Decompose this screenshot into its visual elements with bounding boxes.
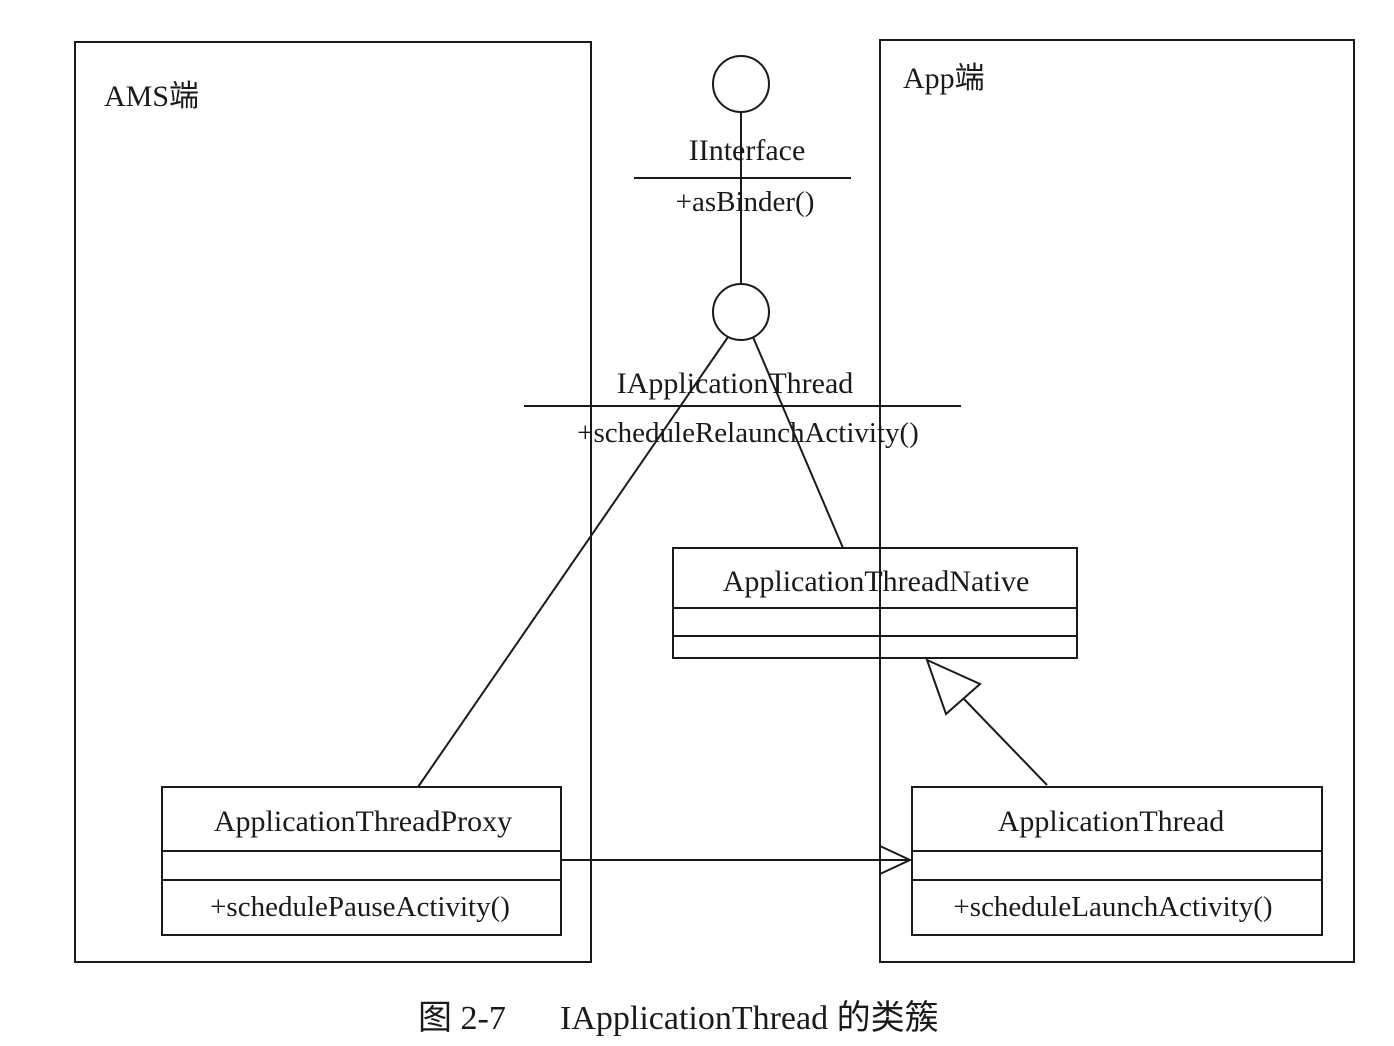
iapplication-thread-method: +scheduleRelaunchActivity() — [577, 417, 919, 449]
iapplication-thread-lollipop-icon — [712, 283, 770, 341]
thread-class-method: +scheduleLaunchActivity() — [953, 891, 1272, 923]
figure-title: IApplicationThread 的类簇 — [560, 999, 939, 1037]
association-arrow — [561, 845, 913, 875]
iinterface-lollipop-icon — [712, 55, 770, 113]
app-region-label: App端 — [903, 62, 985, 95]
inheritance-triangle-icon — [925, 658, 982, 716]
application-thread-native-class: ApplicationThreadNative — [672, 547, 1078, 659]
iapplication-thread-interface: IApplicationThread +scheduleRelaunchActi… — [524, 283, 961, 449]
proxy-class-name: ApplicationThreadProxy — [214, 805, 512, 838]
figure-caption: 图 2-7 IApplicationThread 的类簇 — [418, 999, 939, 1037]
iinterface-method: +asBinder() — [676, 186, 815, 218]
inheritance-arrow — [925, 658, 1048, 786]
iinterface-interface: IInterface +asBinder() — [634, 55, 851, 284]
ams-region-label: AMS端 — [104, 80, 199, 113]
application-thread-proxy-class: ApplicationThreadProxy +schedulePauseAct… — [161, 786, 562, 936]
figure-number: 图 2-7 — [418, 1000, 506, 1037]
thread-class-name: ApplicationThread — [998, 805, 1225, 838]
proxy-class-method: +schedulePauseActivity() — [210, 891, 510, 923]
iapplication-thread-name: IApplicationThread — [617, 367, 854, 400]
realization-link-proxy — [417, 336, 729, 788]
native-class-name: ApplicationThreadNative — [723, 565, 1030, 598]
iinterface-name: IInterface — [689, 134, 806, 167]
application-thread-class: ApplicationThread +scheduleLaunchActivit… — [911, 786, 1323, 936]
inheritance-line — [962, 697, 1048, 786]
class-diagram: AMS端 App端 IInterface +asBinder() IApplic… — [74, 39, 1355, 1037]
